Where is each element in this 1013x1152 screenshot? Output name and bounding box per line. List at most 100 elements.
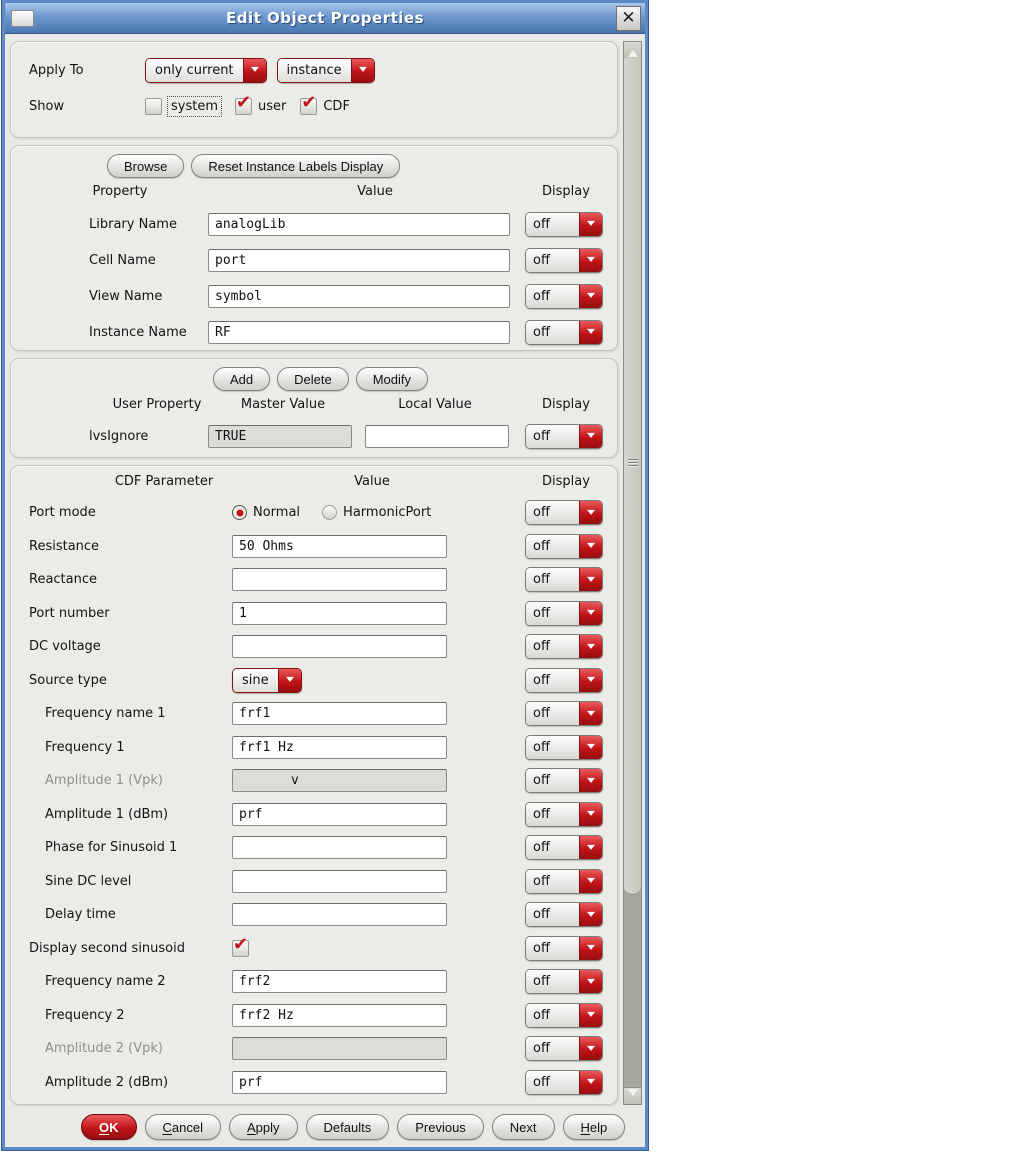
cdf-value-input[interactable] [232,635,447,658]
previous-button[interactable]: Previous [397,1114,484,1140]
cdf-value-input[interactable] [232,970,447,993]
prop-browse-button[interactable]: Browse [107,154,184,178]
display-dropdown[interactable]: off [525,320,603,345]
display-value: off [526,1037,579,1060]
apply-to-dropdown[interactable]: instance [277,58,375,83]
chevron-down-icon [351,59,374,82]
scrollbar-thumb[interactable] [624,58,641,895]
cdf-row: Sine DC leveloff [17,865,611,899]
vertical-scrollbar[interactable] [623,41,642,1105]
chevron-down-icon [579,937,602,960]
cdf-label: Frequency 1 [17,740,232,755]
display-dropdown[interactable]: off [525,735,603,760]
footer-buttons: OK Cancel Apply Defaults Previous Next Help [5,1114,645,1140]
chevron-down-icon [579,602,602,625]
cdf-row: Frequency name 2 off [17,965,611,999]
display-dropdown[interactable]: off [525,248,603,273]
source-type-dropdown[interactable]: sine [232,668,302,693]
cdf-label: DC voltage [17,639,232,654]
next-button[interactable]: Next [492,1114,555,1140]
cdf-value-input[interactable] [232,836,447,859]
display-dropdown[interactable]: off [525,1036,603,1061]
cdf-label: Port mode [17,505,232,520]
local-value-input[interactable] [365,425,509,448]
radio-icon[interactable] [232,505,247,520]
cdf-value-input [232,769,447,792]
apply-to-dropdown[interactable]: only current [145,58,267,83]
show-checkbox-user[interactable]: user [235,98,286,115]
defaults-button[interactable]: Defaults [306,1114,390,1140]
checkbox-icon[interactable] [145,98,162,115]
display-value: off [526,602,579,625]
user-delete-button[interactable]: Delete [277,367,349,391]
cdf-value-input[interactable] [232,535,447,558]
instance-name-input[interactable] [208,321,510,344]
scroll-down-button[interactable] [624,1087,641,1104]
arrow-up-icon [628,45,638,57]
user-add-button[interactable]: Add [213,367,270,391]
cdf-value-input[interactable] [232,903,447,926]
chevron-down-icon [579,669,602,692]
display-dropdown[interactable]: off [525,768,603,793]
checkbox-icon[interactable] [232,940,249,957]
chevron-down-icon [579,568,602,591]
cdf-value-input[interactable] [232,870,447,893]
chevron-down-icon [579,425,602,448]
cell-name-input[interactable] [208,249,510,272]
dialog-titlebar[interactable]: Edit Object Properties ✕ [5,3,645,34]
help-button[interactable]: Help [563,1114,626,1140]
show-checkbox-system[interactable]: system [145,97,221,116]
checkbox-label: system [168,97,221,116]
user-modify-button[interactable]: Modify [356,367,428,391]
cdf-value-input[interactable] [232,568,447,591]
display-value: off [526,937,579,960]
show-checkbox-CDF[interactable]: CDF [300,98,350,115]
cdf-label: Phase for Sinusoid 1 [17,840,232,855]
edit-object-properties-dialog: Edit Object Properties ✕ Apply To only c… [2,0,648,1150]
display-dropdown[interactable]: off [525,1003,603,1028]
display-dropdown[interactable]: off [525,567,603,592]
checkbox-icon[interactable] [300,98,317,115]
display-dropdown[interactable]: off [525,869,603,894]
display-dropdown[interactable]: off [525,601,603,626]
display-dropdown[interactable]: off [525,424,603,449]
display-dropdown[interactable]: off [525,284,603,309]
display-dropdown[interactable]: off [525,902,603,927]
cdf-value-input[interactable] [232,702,447,725]
cdf-headers: CDF ParameterValueDisplay [17,470,611,496]
user-property-buttons: Add Delete Modify [17,365,611,393]
display-dropdown[interactable]: off [525,634,603,659]
display-dropdown[interactable]: off [525,668,603,693]
prop-reset-instance-labels-display-button[interactable]: Reset Instance Labels Display [191,154,400,178]
ok-button[interactable]: OK [81,1114,137,1140]
display-dropdown[interactable]: off [525,534,603,559]
cancel-button[interactable]: Cancel [145,1114,221,1140]
radio-icon[interactable] [322,505,337,520]
cdf-value-input[interactable] [232,1071,447,1094]
cdf-value-input[interactable] [232,736,447,759]
cdf-value-input[interactable] [232,602,447,625]
property-row: Library Nameoff [17,206,611,242]
checkbox-icon[interactable] [235,98,252,115]
display-dropdown[interactable]: off [525,701,603,726]
display-dropdown[interactable]: off [525,500,603,525]
radio-label: Normal [253,505,300,520]
display-dropdown[interactable]: off [525,835,603,860]
display-dropdown[interactable]: off [525,969,603,994]
column-header: Display [529,474,603,489]
library-name-input[interactable] [208,213,510,236]
close-button[interactable]: ✕ [616,6,641,31]
apply-to-label: Apply To [17,63,145,78]
cdf-value-input[interactable] [232,803,447,826]
cdf-label: Frequency name 2 [17,974,232,989]
cdf-row: Frequency 2off [17,999,611,1033]
display-dropdown[interactable]: off [525,802,603,827]
display-dropdown[interactable]: off [525,212,603,237]
display-dropdown[interactable]: off [525,1070,603,1095]
scroll-up-button[interactable] [624,42,641,59]
chevron-down-icon [579,535,602,558]
cdf-value-input[interactable] [232,1004,447,1027]
apply-button[interactable]: Apply [229,1114,298,1140]
view-name-input[interactable] [208,285,510,308]
display-dropdown[interactable]: off [525,936,603,961]
